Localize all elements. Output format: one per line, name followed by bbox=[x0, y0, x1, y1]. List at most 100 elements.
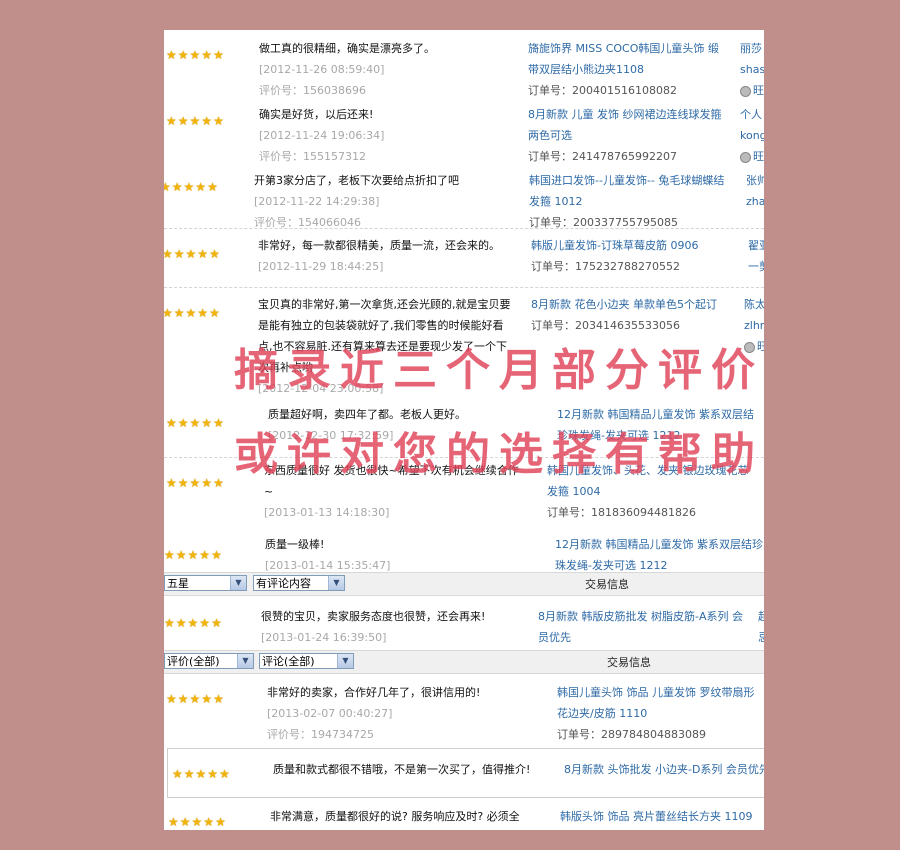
star-icon: ★ bbox=[187, 548, 199, 562]
star-icon: ★ bbox=[197, 306, 209, 320]
star-icon: ★ bbox=[177, 48, 189, 62]
chevron-down-icon[interactable]: ▼ bbox=[230, 576, 246, 590]
content-filter-value: 评论(全部) bbox=[262, 655, 315, 668]
star-icon: ★ bbox=[185, 247, 197, 261]
star-icon: ★ bbox=[201, 114, 213, 128]
star-icon: ★ bbox=[207, 767, 219, 781]
review-text: 非常好的卖家，合作好几年了，很讲信用的! bbox=[267, 686, 481, 699]
star-icon: ★ bbox=[164, 616, 175, 630]
star-icon: ★ bbox=[166, 48, 177, 62]
buyer-id[interactable]: zha bbox=[746, 191, 764, 212]
chevron-down-icon[interactable]: ▼ bbox=[328, 576, 344, 590]
star-icon: ★ bbox=[209, 306, 220, 320]
review-item: ★★★★★ 非常好的卖家，合作好几年了，很讲信用的! [2013-02-07 0… bbox=[164, 676, 764, 748]
rating-filter-value: 评价(全部) bbox=[167, 655, 220, 668]
buyer-name[interactable]: 丽莎 bbox=[740, 38, 764, 59]
star-icon: ★ bbox=[191, 815, 203, 829]
content-filter-select[interactable]: 评论(全部) ▼ bbox=[259, 653, 354, 669]
star-icon: ★ bbox=[175, 616, 187, 630]
order-number: 订单号：181836094481826 bbox=[547, 506, 696, 519]
product-link[interactable]: 韩国进口发饰--儿童发饰-- 兔毛球蝴蝶结发箍 1012 bbox=[529, 170, 734, 212]
product-link[interactable]: 8月新款 头饰批发 小边夹-D系列 会员优先 bbox=[564, 759, 764, 780]
star-icon: ★ bbox=[179, 815, 191, 829]
product-link[interactable]: 韩版儿童发饰-订珠草莓皮筋 0906 bbox=[531, 235, 741, 256]
star-icon: ★ bbox=[213, 476, 224, 490]
star-icon: ★ bbox=[197, 247, 209, 261]
review-item: ★★★★★ 非常满意，质量都很好的说? 服务响应及时? 必须全 韩版头饰 饰品 … bbox=[164, 801, 764, 830]
star-icon: ★ bbox=[164, 306, 173, 320]
buyer-id[interactable]: zlhn bbox=[744, 315, 764, 336]
rating-stars: ★★★★★ bbox=[166, 44, 225, 63]
review-text: 质量一级棒! bbox=[265, 538, 325, 551]
buyer-name[interactable]: 张帅 bbox=[746, 170, 764, 191]
order-number: 订单号：203414635533056 bbox=[531, 319, 680, 332]
chat-icon[interactable] bbox=[740, 85, 751, 97]
product-link[interactable]: 韩版头饰 饰品 亮片蕾丝结长方夹 1109 bbox=[560, 806, 764, 827]
overlay-title: 摘录近三个月部分评价 bbox=[234, 345, 764, 396]
buyer-name[interactable]: 个人 bbox=[740, 104, 764, 125]
rating-filter-select[interactable]: 五星 ▼ bbox=[164, 575, 247, 591]
chat-icon[interactable] bbox=[740, 151, 751, 163]
buyer-name[interactable]: 超 bbox=[758, 606, 764, 627]
star-icon: ★ bbox=[177, 692, 189, 706]
star-icon: ★ bbox=[201, 416, 213, 430]
star-icon: ★ bbox=[189, 114, 201, 128]
order-number: 订单号：289784804883089 bbox=[557, 728, 706, 741]
review-item: ★★★★★ 确实是好货，以后还来! [2012-11-24 19:06:34] … bbox=[164, 96, 764, 163]
star-icon: ★ bbox=[199, 548, 211, 562]
star-icon: ★ bbox=[207, 180, 218, 194]
star-icon: ★ bbox=[213, 416, 224, 430]
review-text: 确实是好货，以后还来! bbox=[259, 108, 374, 121]
rating-stars: ★★★★★ bbox=[166, 688, 225, 707]
product-link[interactable]: 旖旎饰界 MISS COCO韩国儿童头饰 缎带双层结小熊边夹1108 bbox=[528, 38, 720, 80]
star-icon: ★ bbox=[189, 48, 201, 62]
buyer-id[interactable]: kong bbox=[740, 125, 764, 146]
chevron-down-icon[interactable]: ▼ bbox=[337, 654, 353, 668]
buyer-id[interactable]: 一剪 bbox=[748, 256, 764, 277]
star-icon: ★ bbox=[211, 548, 222, 562]
star-icon: ★ bbox=[166, 416, 177, 430]
review-text: 质量和款式都很不错哦，不是第一次买了，值得推介! bbox=[273, 763, 531, 776]
star-icon: ★ bbox=[177, 114, 189, 128]
rating-stars: ★★★★★ bbox=[164, 243, 221, 262]
star-icon: ★ bbox=[171, 180, 183, 194]
buyer-name[interactable]: 陈太 bbox=[744, 294, 764, 315]
star-icon: ★ bbox=[213, 692, 224, 706]
trade-info-header: 交易信息 bbox=[585, 578, 629, 591]
star-icon: ★ bbox=[175, 548, 187, 562]
content-filter-select[interactable]: 有评论内容 ▼ bbox=[253, 575, 345, 591]
rating-filter-select[interactable]: 评价(全部) ▼ bbox=[164, 653, 254, 669]
star-icon: ★ bbox=[189, 416, 201, 430]
review-date: [2012-11-29 18:44:25] bbox=[258, 260, 384, 273]
review-text: 非常满意，质量都很好的说? 服务响应及时? 必须全 bbox=[270, 810, 520, 823]
star-icon: ★ bbox=[213, 114, 224, 128]
star-icon: ★ bbox=[195, 767, 207, 781]
rating-stars: ★★★★★ bbox=[166, 110, 225, 129]
star-icon: ★ bbox=[164, 180, 171, 194]
product-link[interactable]: 韩国儿童头饰 饰品 儿童发饰 罗纹带扇形花边夹/皮筋 1110 bbox=[557, 682, 763, 724]
star-icon: ★ bbox=[185, 306, 197, 320]
review-item: ★★★★★ 很赞的宝贝，卖家服务态度也很赞，还会再来! [2013-01-24 … bbox=[164, 598, 764, 650]
review-item: ★★★★★ 质量一级棒! [2013-01-14 15:35:47] 12月新款… bbox=[164, 530, 764, 572]
buyer-id[interactable]: 忌 bbox=[758, 627, 764, 648]
star-icon: ★ bbox=[166, 692, 177, 706]
star-icon: ★ bbox=[189, 476, 201, 490]
product-link[interactable]: 8月新款 儿童 发饰 纱网裙边连线球发箍 两色可选 bbox=[528, 104, 724, 146]
overlay-subtitle: 或许对您的选择有帮助 bbox=[234, 429, 764, 480]
star-icon: ★ bbox=[168, 815, 179, 829]
buyer-id[interactable]: shash bbox=[740, 59, 764, 80]
rating-stars: ★★★★★ bbox=[172, 763, 231, 782]
product-link[interactable]: 12月新款 韩国精品儿童发饰 紫系双层结珍珠发绳-发夹可选 1212 bbox=[555, 534, 763, 576]
star-icon: ★ bbox=[164, 247, 173, 261]
product-link[interactable]: 8月新款 韩版皮筋批发 树脂皮筋-A系列 会员优先 bbox=[538, 606, 748, 648]
filter-bar: 评价(全部) ▼ 评论(全部) ▼ 交易信息 bbox=[164, 650, 764, 674]
chevron-down-icon[interactable]: ▼ bbox=[237, 654, 253, 668]
star-icon: ★ bbox=[211, 616, 222, 630]
star-icon: ★ bbox=[215, 815, 226, 829]
rating-stars: ★★★★★ bbox=[166, 412, 225, 431]
buyer-name[interactable]: 翟亚 bbox=[748, 235, 764, 256]
star-icon: ★ bbox=[203, 815, 215, 829]
star-icon: ★ bbox=[213, 48, 224, 62]
product-link[interactable]: 8月新款 花色小边夹 单款单色5个起订 bbox=[531, 294, 731, 315]
review-date: [2013-02-07 00:40:27] bbox=[267, 707, 393, 720]
